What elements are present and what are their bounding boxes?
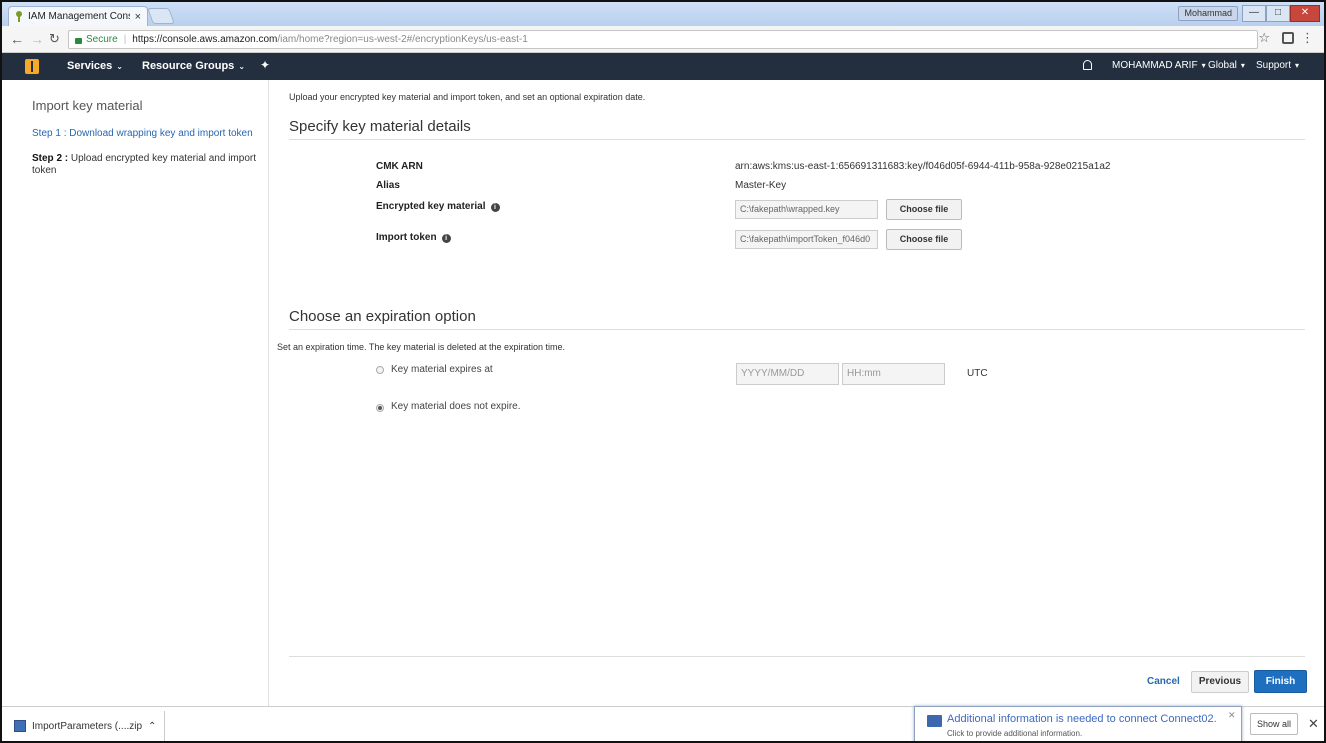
expiration-time-input[interactable]: HH:mm <box>842 363 945 385</box>
services-label: Services <box>67 60 113 72</box>
info-icon[interactable]: i <box>490 203 500 212</box>
show-all-button[interactable]: Show all <box>1250 713 1298 735</box>
browser-window: IAM Management Conso × Mohammad — □ ✕ ← … <box>0 0 1326 743</box>
radio-does-not-expire-label[interactable]: Key material does not expire. <box>391 401 521 412</box>
divider <box>289 656 1305 657</box>
url-separator: | <box>123 34 127 45</box>
sidebar-step-1-link[interactable]: Step 1 : Download wrapping key and impor… <box>32 128 253 139</box>
tab-strip: IAM Management Conso × Mohammad — □ ✕ <box>2 2 1324 26</box>
resource-groups-label: Resource Groups <box>142 60 235 72</box>
window-close-button[interactable]: ✕ <box>1290 5 1320 22</box>
user-menu[interactable]: MOHAMMAD ARIF ▾ <box>1112 60 1206 71</box>
divider <box>164 711 165 741</box>
window-user-badge[interactable]: Mohammad <box>1178 6 1238 21</box>
forward-icon[interactable]: → <box>30 31 44 47</box>
timezone-label: UTC <box>967 368 988 379</box>
cmk-arn-label: CMK ARN <box>376 161 423 172</box>
tab-close-icon[interactable]: × <box>135 11 141 23</box>
sidebar-step-2: Step 2 : Upload encrypted key material a… <box>32 153 262 177</box>
expiration-description: Set an expiration time. The key material… <box>277 342 565 352</box>
tab-title: IAM Management Conso <box>28 11 130 22</box>
encrypted-key-material-text: Encrypted key material <box>376 201 486 212</box>
region-label: Global <box>1208 60 1237 71</box>
connection-notification[interactable]: Additional information is needed to conn… <box>914 706 1242 741</box>
chevron-down-icon: ⌄ <box>116 62 123 71</box>
expiration-date-input[interactable]: YYYY/MM/DD <box>736 363 839 385</box>
lock-icon <box>75 37 82 44</box>
section-title-expiration: Choose an expiration option <box>289 308 476 325</box>
import-token-file-field[interactable]: C:\fakepath\importToken_f046d0 <box>735 230 878 249</box>
divider <box>289 329 1305 330</box>
section-title-key-material: Specify key material details <box>289 118 471 135</box>
sidebar-title: Import key material <box>32 98 143 113</box>
aws-logo-icon[interactable] <box>25 59 39 74</box>
close-icon[interactable]: ✕ <box>1308 716 1319 732</box>
address-bar-row: ← → ↻ Secure | https://console.aws.amazo… <box>2 26 1324 53</box>
finish-button[interactable]: Finish <box>1254 670 1307 693</box>
encrypted-key-file-field[interactable]: C:\fakepath\wrapped.key <box>735 200 878 219</box>
iam-favicon-icon <box>15 11 23 22</box>
reload-icon[interactable]: ↻ <box>49 31 60 47</box>
download-filename: ImportParameters (....zip <box>32 720 143 732</box>
pin-icon[interactable]: ✦ <box>260 58 270 72</box>
extension-icon[interactable] <box>1282 32 1294 44</box>
caret-down-icon: ▾ <box>1201 61 1206 70</box>
chevron-up-icon[interactable]: ⌃ <box>148 721 156 732</box>
support-menu[interactable]: Support ▾ <box>1256 60 1299 71</box>
maximize-button[interactable]: □ <box>1266 5 1290 22</box>
wizard-sidebar: Import key material Step 1 : Download wr… <box>2 80 269 706</box>
caret-down-icon: ▾ <box>1295 61 1300 70</box>
bell-icon[interactable] <box>1083 60 1092 70</box>
previous-button[interactable]: Previous <box>1191 671 1249 693</box>
chevron-down-icon: ⌄ <box>238 62 246 71</box>
radio-expires-at[interactable] <box>376 366 384 374</box>
alias-label: Alias <box>376 180 400 191</box>
secure-label: Secure <box>86 34 118 45</box>
info-icon[interactable]: i <box>441 234 451 243</box>
choose-file-button-token[interactable]: Choose file <box>886 229 962 250</box>
main-content: Upload your encrypted key material and i… <box>269 80 1324 706</box>
radio-does-not-expire[interactable] <box>376 404 384 412</box>
radio-expires-at-label[interactable]: Key material expires at <box>391 364 493 375</box>
download-shelf: ImportParameters (....zip ⌃ Additional i… <box>2 706 1324 741</box>
notification-subtitle: Click to provide additional information. <box>947 729 1083 738</box>
cancel-button[interactable]: Cancel <box>1147 676 1180 687</box>
import-token-text: Import token <box>376 232 437 243</box>
encrypted-key-material-label: Encrypted key material i <box>376 201 500 212</box>
intro-text: Upload your encrypted key material and i… <box>289 92 646 102</box>
notification-close-icon[interactable]: ✕ <box>1228 710 1236 721</box>
resource-groups-menu[interactable]: Resource Groups ⌄ <box>142 60 245 72</box>
cmk-arn-value: arn:aws:kms:us-east-1:656691311683:key/f… <box>735 161 1111 172</box>
back-icon[interactable]: ← <box>10 31 24 47</box>
services-menu[interactable]: Services ⌄ <box>67 60 123 72</box>
aws-navbar: Services ⌄ Resource Groups ⌄ ✦ MOHAMMAD AR… <box>2 53 1324 80</box>
notification-title: Additional information is needed to conn… <box>947 713 1217 725</box>
menu-icon[interactable]: ⋮ <box>1301 30 1314 46</box>
download-item[interactable]: ImportParameters (....zip ⌃ <box>14 715 164 737</box>
choose-file-button-key[interactable]: Choose file <box>886 199 962 220</box>
url-input[interactable]: Secure | https://console.aws.amazon.com /… <box>68 30 1258 49</box>
url-path: /iam/home?region=us-west-2#/encryptionKe… <box>277 34 528 45</box>
url-host: https://console.aws.amazon.com <box>132 34 278 45</box>
minimize-button[interactable]: — <box>1242 5 1266 22</box>
import-token-label: Import token i <box>376 232 451 243</box>
divider <box>289 139 1305 140</box>
user-label: MOHAMMAD ARIF <box>1112 60 1198 71</box>
zip-file-icon <box>14 720 26 732</box>
network-icon <box>927 715 942 727</box>
step-2-prefix: Step 2 : <box>32 153 69 164</box>
star-icon[interactable]: ☆ <box>1258 30 1270 46</box>
caret-down-icon: ▾ <box>1240 61 1245 70</box>
region-menu[interactable]: Global ▾ <box>1208 60 1245 71</box>
support-label: Support <box>1256 60 1292 71</box>
new-tab-button[interactable] <box>147 8 175 24</box>
alias-value: Master-Key <box>735 180 787 191</box>
browser-tab[interactable]: IAM Management Conso × <box>8 6 148 26</box>
